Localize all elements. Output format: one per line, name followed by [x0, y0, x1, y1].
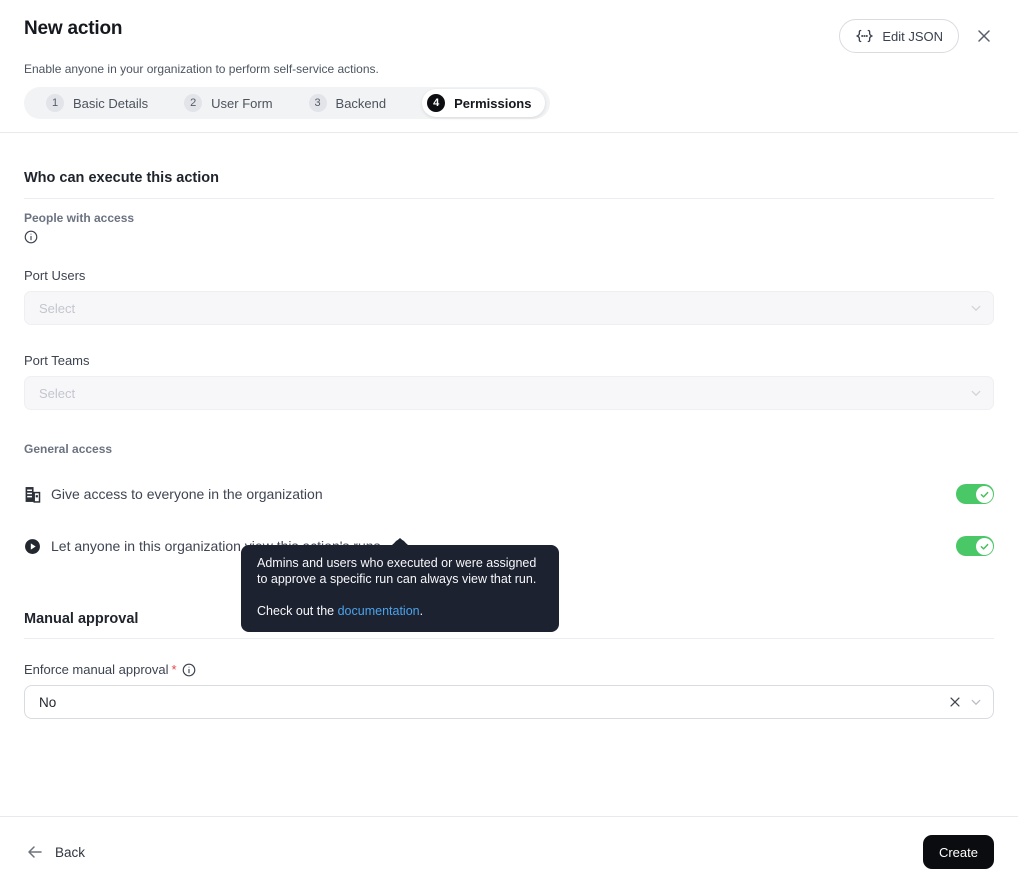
- step-label: Basic Details: [73, 96, 148, 111]
- modal-header: New action Edit JSON: [0, 0, 1018, 132]
- enforce-info-icon[interactable]: [182, 663, 196, 677]
- tooltip-body: Admins and users who executed or were as…: [257, 555, 543, 587]
- step-number: 2: [184, 94, 202, 112]
- toggle-check-icon: [976, 486, 993, 503]
- create-button[interactable]: Create: [923, 835, 994, 869]
- modal-subtitle: Enable anyone in your organization to pe…: [24, 62, 994, 76]
- chevron-down-icon[interactable]: [971, 699, 981, 706]
- view-runs-toggle[interactable]: [956, 536, 994, 556]
- tooltip-arrow: [392, 538, 408, 545]
- step-label: User Form: [211, 96, 272, 111]
- wizard-stepper: 1 Basic Details 2 User Form 3 Backend 4 …: [24, 87, 550, 119]
- port-teams-select[interactable]: Select: [24, 376, 994, 410]
- port-teams-label: Port Teams: [24, 353, 994, 368]
- page-title: New action: [24, 18, 122, 40]
- modal-footer: Back Create: [0, 816, 1018, 887]
- header-divider: [0, 132, 1018, 133]
- section-heading-who-can-execute: Who can execute this action: [24, 170, 994, 199]
- field-label-text: Enforce manual approval: [24, 662, 169, 677]
- people-with-access-label: People with access: [24, 211, 994, 225]
- play-circle-icon: [24, 538, 41, 555]
- tooltip-link-line: Check out the documentation.: [257, 603, 543, 619]
- info-icon: [24, 231, 38, 248]
- enforce-manual-approval-select[interactable]: No: [24, 685, 994, 719]
- step-number: 1: [46, 94, 64, 112]
- header-actions: Edit JSON: [839, 19, 994, 53]
- step-basic-details[interactable]: 1 Basic Details: [46, 94, 148, 112]
- step-user-form[interactable]: 2 User Form: [184, 94, 272, 112]
- view-runs-tooltip: Admins and users who executed or were as…: [241, 545, 559, 632]
- step-number: 3: [309, 94, 327, 112]
- port-users-label: Port Users: [24, 268, 994, 283]
- code-braces-icon: [855, 29, 874, 43]
- select-placeholder: Select: [39, 301, 75, 316]
- arrow-left-icon: [27, 845, 43, 859]
- people-with-access-info[interactable]: [24, 230, 994, 244]
- general-access-label: General access: [24, 442, 994, 456]
- step-permissions-active[interactable]: 4 Permissions: [422, 89, 545, 117]
- back-label: Back: [55, 845, 85, 860]
- step-label: Backend: [336, 96, 387, 111]
- edit-json-button[interactable]: Edit JSON: [839, 19, 959, 53]
- organization-icon: [24, 486, 41, 503]
- required-asterisk: *: [172, 662, 177, 677]
- give-access-row: Give access to everyone in the organizat…: [24, 482, 994, 506]
- step-number: 4: [427, 94, 445, 112]
- edit-json-label: Edit JSON: [882, 29, 943, 44]
- toggle-check-icon: [976, 538, 993, 555]
- documentation-link[interactable]: documentation: [338, 604, 420, 618]
- port-users-select[interactable]: Select: [24, 291, 994, 325]
- close-button[interactable]: [974, 26, 994, 46]
- step-backend[interactable]: 3 Backend: [309, 94, 387, 112]
- clear-icon[interactable]: [948, 695, 962, 709]
- enforce-manual-approval-label: Enforce manual approval*: [24, 662, 994, 677]
- close-icon: [976, 28, 992, 44]
- back-button[interactable]: Back: [27, 845, 85, 860]
- selected-value: No: [39, 695, 948, 710]
- chevron-down-icon: [971, 390, 981, 397]
- chevron-down-icon: [971, 305, 981, 312]
- permissions-step-content: Who can execute this action People with …: [0, 170, 1018, 719]
- select-placeholder: Select: [39, 386, 75, 401]
- new-action-modal: New action Edit JSON: [0, 0, 1018, 887]
- give-access-toggle[interactable]: [956, 484, 994, 504]
- step-label: Permissions: [454, 96, 531, 111]
- give-access-label: Give access to everyone in the organizat…: [51, 486, 323, 502]
